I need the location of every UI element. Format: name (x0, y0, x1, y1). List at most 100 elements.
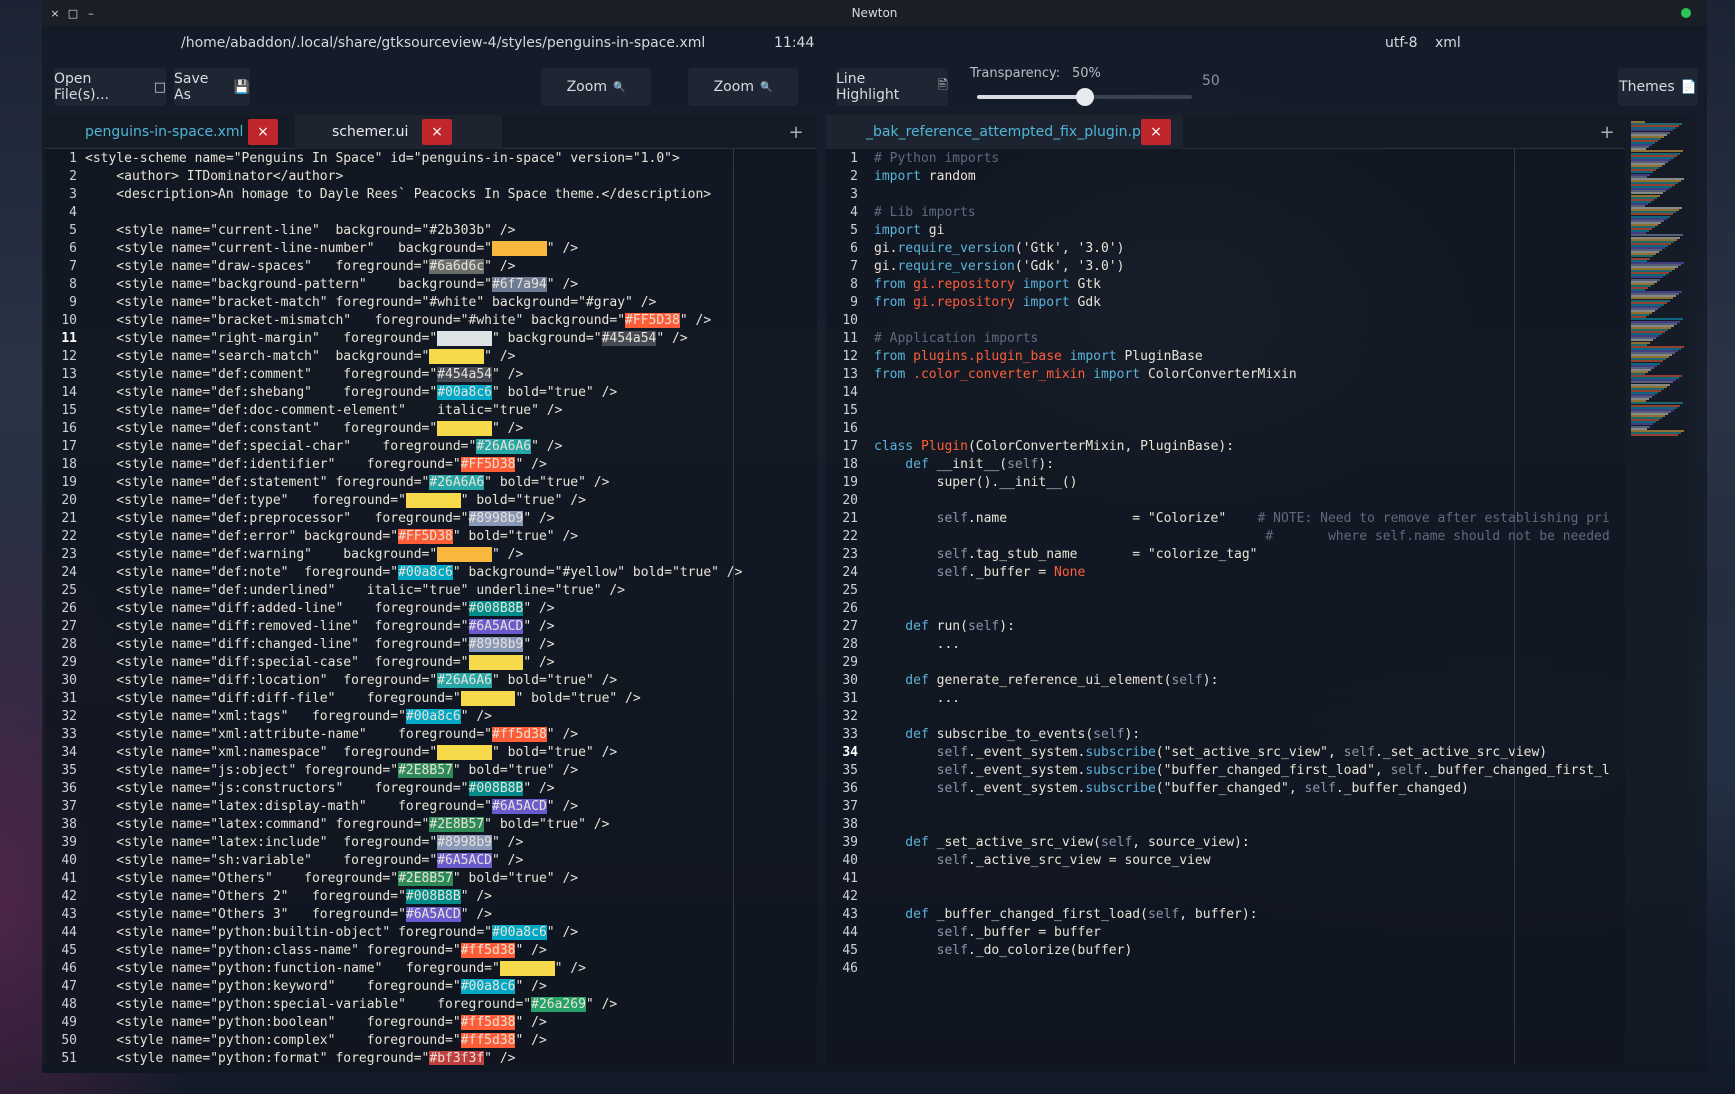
code-line[interactable]: 49 <style name="python:boolean" foregrou… (45, 1014, 817, 1032)
tab-bak-reference-plugin[interactable]: _bak_reference_attempted_fix_plugin.py (826, 115, 1183, 149)
code-line[interactable]: 39 <style name="latex:include" foregroun… (45, 834, 817, 852)
code-line[interactable]: 9 from gi.repository import Gdk (826, 294, 1625, 312)
code-line[interactable]: 12 <style name="search-match" background… (45, 348, 817, 366)
code-line[interactable]: 8 from gi.repository import Gtk (826, 276, 1625, 294)
minimap[interactable] (1625, 115, 1695, 1065)
code-line[interactable]: 24 self._buffer = None (826, 564, 1625, 582)
tab-schemer-ui[interactable]: schemer.ui (295, 115, 502, 149)
close-window-icon[interactable]: × (46, 7, 64, 20)
code-line[interactable]: 3 (826, 186, 1625, 204)
themes-button[interactable]: Themes 📄 (1618, 68, 1698, 106)
close-tab-icon[interactable]: × (1141, 119, 1171, 145)
transparency-slider[interactable] (977, 88, 1192, 106)
code-line[interactable]: 50 <style name="python:complex" foregrou… (45, 1032, 817, 1050)
code-line[interactable]: 14 (826, 384, 1625, 402)
code-line[interactable]: 26 (826, 600, 1625, 618)
zoom-in-button[interactable]: Zoom 🔍 (688, 68, 798, 106)
code-line[interactable]: 6 <style name="current-line-number" back… (45, 240, 817, 258)
code-line[interactable]: 35 self._event_system.subscribe("buffer_… (826, 762, 1625, 780)
close-tab-icon[interactable]: × (422, 119, 452, 145)
code-line[interactable]: 1 <style-scheme name="Penguins In Space" … (45, 150, 817, 168)
code-line[interactable]: 10 (826, 312, 1625, 330)
code-line[interactable]: 12 from plugins.plugin_base import Plugin… (826, 348, 1625, 366)
code-line[interactable]: 7 <style name="draw-spaces" foreground="… (45, 258, 817, 276)
code-line[interactable]: 32 <style name="xml:tags" foreground="#0… (45, 708, 817, 726)
code-line[interactable]: 21 <style name="def:preprocessor" foregr… (45, 510, 817, 528)
code-line[interactable]: 1 # Python imports (826, 150, 1625, 168)
zoom-out-button[interactable]: Zoom 🔍 (541, 68, 651, 106)
code-line[interactable]: 34 self._event_system.subscribe("set_act… (826, 744, 1625, 762)
code-line[interactable]: 41 <style name="Others" foreground="#2E8… (45, 870, 817, 888)
code-line[interactable]: 27 def run(self): (826, 618, 1625, 636)
code-line[interactable]: 36 <style name="js:constructors" foregro… (45, 780, 817, 798)
code-line[interactable]: 14 <style name="def:shebang" foreground=… (45, 384, 817, 402)
code-line[interactable]: 16 (826, 420, 1625, 438)
code-line[interactable]: 5 import gi (826, 222, 1625, 240)
code-line[interactable]: 46 (826, 960, 1625, 978)
code-line[interactable]: 37 (826, 798, 1625, 816)
code-line[interactable]: 19 super().__init__() (826, 474, 1625, 492)
code-line[interactable]: 26 <style name="diff:added-line" foregro… (45, 600, 817, 618)
code-line[interactable]: 20 <style name="def:type" foreground="#f… (45, 492, 817, 510)
code-line[interactable]: 18 <style name="def:identifier" foregrou… (45, 456, 817, 474)
open-files-button[interactable]: Open File(s)... □ (54, 68, 166, 106)
code-line[interactable]: 8 <style name="background-pattern" backg… (45, 276, 817, 294)
code-line[interactable]: 44 self._buffer = buffer (826, 924, 1625, 942)
right-code-view[interactable]: 1 # Python imports 2 import random 3 4 # Lib i… (826, 149, 1625, 1065)
code-line[interactable]: 48 <style name="python:special-variable"… (45, 996, 817, 1014)
code-line[interactable]: 45 self._do_colorize(buffer) (826, 942, 1625, 960)
code-line[interactable]: 19 <style name="def:statement" foregroun… (45, 474, 817, 492)
code-line[interactable]: 25 (826, 582, 1625, 600)
code-line[interactable]: 25 <style name="def:underlined" italic="… (45, 582, 817, 600)
code-line[interactable]: 41 (826, 870, 1625, 888)
code-line[interactable]: 9 <style name="bracket-match" foreground… (45, 294, 817, 312)
code-line[interactable]: 5 <style name="current-line" background=… (45, 222, 817, 240)
code-line[interactable]: 47 <style name="python:keyword" foregrou… (45, 978, 817, 996)
code-line[interactable]: 40 <style name="sh:variable" foreground=… (45, 852, 817, 870)
code-line[interactable]: 46 <style name="python:function-name" fo… (45, 960, 817, 978)
code-line[interactable]: 20 (826, 492, 1625, 510)
code-line[interactable]: 21 self.name = "Colorize" # NOTE: Need t… (826, 510, 1625, 528)
maximize-window-icon[interactable]: □ (64, 7, 82, 20)
code-line[interactable]: 2 <author> ITDominator</author> (45, 168, 817, 186)
code-line[interactable]: 29 (826, 654, 1625, 672)
code-line[interactable]: 15 (826, 402, 1625, 420)
add-tab-icon[interactable]: + (1592, 119, 1622, 145)
code-line[interactable]: 40 self._active_src_view = source_view (826, 852, 1625, 870)
code-line[interactable]: 17 <style name="def:special-char" foregr… (45, 438, 817, 456)
code-line[interactable]: 6 gi.require_version('Gtk', '3.0') (826, 240, 1625, 258)
code-line[interactable]: 51 <style name="python:format" foregroun… (45, 1050, 817, 1065)
code-line[interactable]: 30 <style name="diff:location" foregroun… (45, 672, 817, 690)
minimize-window-icon[interactable]: – (82, 7, 100, 20)
close-tab-icon[interactable]: × (248, 119, 278, 145)
code-line[interactable]: 45 <style name="python:class-name" foreg… (45, 942, 817, 960)
code-line[interactable]: 13 <style name="def:comment" foreground=… (45, 366, 817, 384)
code-line[interactable]: 17 class Plugin(ColorConverterMixin, Plug… (826, 438, 1625, 456)
code-line[interactable]: 11 # Application imports (826, 330, 1625, 348)
code-line[interactable]: 4 # Lib imports (826, 204, 1625, 222)
code-line[interactable]: 31 <style name="diff:diff-file" foregrou… (45, 690, 817, 708)
encoding-label[interactable]: utf-8 (1385, 35, 1417, 51)
line-highlight-button[interactable]: Line Highlight 🖹 (836, 68, 948, 106)
code-line[interactable]: 36 self._event_system.subscribe("buffer_… (826, 780, 1625, 798)
code-line[interactable]: 22 <style name="def:error" background="#… (45, 528, 817, 546)
code-line[interactable]: 37 <style name="latex:display-math" fore… (45, 798, 817, 816)
code-line[interactable]: 28 <style name="diff:changed-line" foreg… (45, 636, 817, 654)
code-line[interactable]: 33 def subscribe_to_events(self): (826, 726, 1625, 744)
code-line[interactable]: 28 ... (826, 636, 1625, 654)
code-line[interactable]: 42 <style name="Others 2" foreground="#0… (45, 888, 817, 906)
code-line[interactable]: 23 <style name="def:warning" background=… (45, 546, 817, 564)
code-line[interactable]: 43 def _buffer_changed_first_load(self, … (826, 906, 1625, 924)
code-line[interactable]: 33 <style name="xml:attribute-name" fore… (45, 726, 817, 744)
add-tab-icon[interactable]: + (781, 119, 811, 145)
code-line[interactable]: 44 <style name="python:builtin-object" f… (45, 924, 817, 942)
code-line[interactable]: 4 (45, 204, 817, 222)
code-line[interactable]: 10 <style name="bracket-mismatch" foregr… (45, 312, 817, 330)
code-line[interactable]: 3 <description>An homage to Dayle Rees` … (45, 186, 817, 204)
code-line[interactable]: 16 <style name="def:constant" foreground… (45, 420, 817, 438)
code-line[interactable]: 29 <style name="diff:special-case" foreg… (45, 654, 817, 672)
code-line[interactable]: 13 from .color_converter_mixin import Col… (826, 366, 1625, 384)
code-line[interactable]: 34 <style name="xml:namespace" foregroun… (45, 744, 817, 762)
code-line[interactable]: 38 (826, 816, 1625, 834)
code-line[interactable]: 27 <style name="diff:removed-line" foreg… (45, 618, 817, 636)
